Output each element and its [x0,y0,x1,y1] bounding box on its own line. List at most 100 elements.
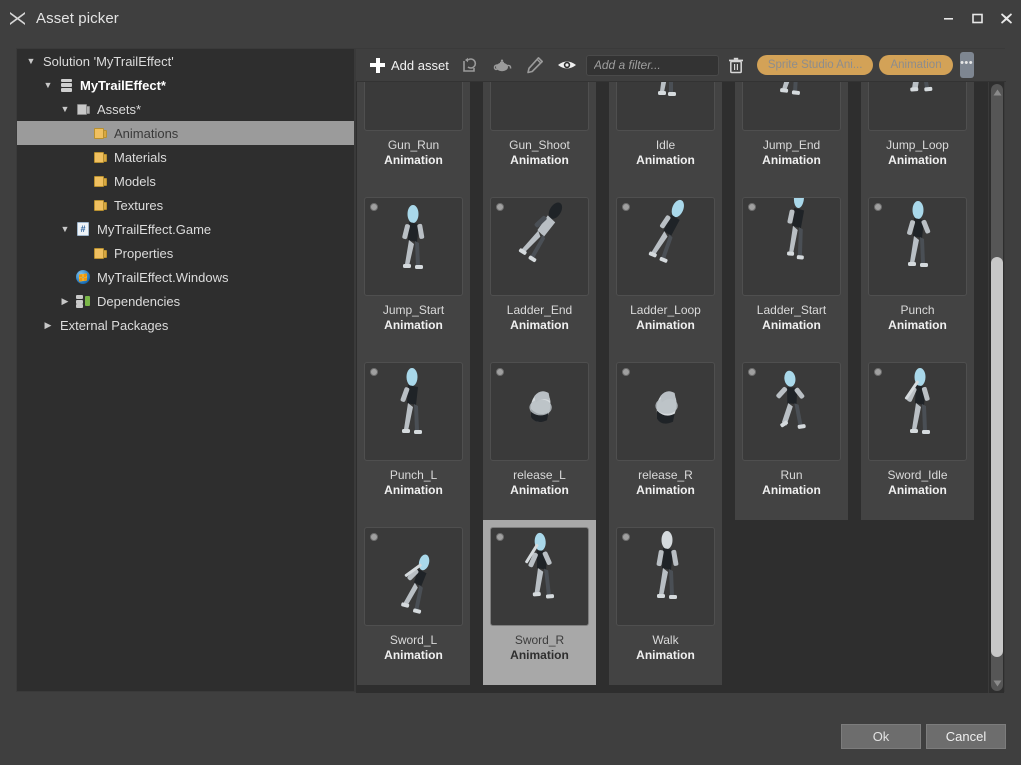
asset-type: Animation [616,318,715,332]
asset-thumbnail-figure [743,198,841,296]
tree-item-mytraileffect-game[interactable]: ▼#MyTrailEffect.Game [17,217,354,241]
asset-name: Walk [616,633,715,647]
tree-item-label: MyTrailEffect* [76,78,166,93]
asset-card[interactable]: Punch_LAnimation [357,355,470,520]
asset-card[interactable]: Ladder_EndAnimation [483,190,596,355]
asset-status-badge-icon [622,533,630,541]
windows-logo-icon [76,270,90,284]
filter-tag-sprite-studio[interactable]: Sprite Studio Ani... [757,55,874,75]
asset-thumbnail[interactable] [868,362,967,461]
twisty-placeholder: ▶ [74,129,90,138]
asset-card[interactable]: Ladder_StartAnimation [735,190,848,355]
twisty-expanded-icon[interactable]: ▼ [57,225,73,234]
undo-arrow-icon[interactable] [455,52,487,79]
filter-input[interactable] [586,55,719,76]
teapot-icon[interactable] [487,52,519,79]
asset-name: Gun_Run [364,138,463,152]
asset-thumbnail-figure [617,82,715,131]
asset-grid-scrollbar[interactable] [988,82,1004,693]
asset-thumbnail[interactable] [364,362,463,461]
asset-thumbnail[interactable] [742,362,841,461]
scroll-up-icon[interactable] [991,86,1003,98]
folder-open-icon [77,103,90,115]
asset-card[interactable]: Jump_StartAnimation [357,190,470,355]
tree-item-animations[interactable]: ▶Animations [17,121,354,145]
tree-item-materials[interactable]: ▶Materials [17,145,354,169]
asset-thumbnail[interactable] [490,82,589,131]
solution-tree-panel[interactable]: ▼Solution 'MyTrailEffect'▼MyTrailEffect*… [16,48,355,692]
tree-item-mytraileffect[interactable]: ▼ MyTrailEffect* [17,73,354,97]
filter-tag-animation[interactable]: Animation [879,55,952,75]
asset-thumbnail[interactable] [364,527,463,626]
eye-icon[interactable] [551,52,583,79]
tree-item-textures[interactable]: ▶Textures [17,193,354,217]
asset-card[interactable]: PunchAnimation [861,190,974,355]
asset-name: Gun_Shoot [490,138,589,152]
asset-type: Animation [490,648,589,662]
asset-toolbar: Add asset [356,49,1006,82]
folder-icon [94,151,107,163]
asset-thumbnail[interactable] [490,527,589,626]
asset-card[interactable]: release_RAnimation [609,355,722,520]
asset-thumbnail[interactable] [616,197,715,296]
tree-item-icon [90,127,110,139]
twisty-expanded-icon[interactable]: ▼ [57,105,73,114]
asset-thumbnail[interactable] [616,362,715,461]
asset-thumbnail-figure [365,82,463,131]
minimize-button[interactable] [934,0,963,36]
asset-thumbnail[interactable] [364,82,463,131]
asset-card[interactable]: Sword_RAnimation [483,520,596,685]
tree-item-external-packages[interactable]: ▶External Packages [17,313,354,337]
twisty-collapsed-icon[interactable]: ▶ [57,297,73,306]
asset-status-badge-icon [622,368,630,376]
asset-card[interactable]: Sword_LAnimation [357,520,470,685]
asset-card[interactable]: Sword_IdleAnimation [861,355,974,520]
asset-thumbnail[interactable] [490,362,589,461]
tree-item-label: MyTrailEffect.Windows [93,270,228,285]
asset-thumbnail[interactable] [364,197,463,296]
tree-item-models[interactable]: ▶Models [17,169,354,193]
filter-tag-label: Animation [890,59,941,71]
tree-item-dependencies[interactable]: ▶Dependencies [17,289,354,313]
asset-type: Animation [616,153,715,167]
asset-card[interactable]: Gun_RunAnimation [357,82,470,190]
trash-icon[interactable] [721,52,751,79]
tree-item-properties[interactable]: ▶Properties [17,241,354,265]
close-button[interactable] [992,0,1021,36]
tree-item-mytraileffect-windows[interactable]: ▶MyTrailEffect.Windows [17,265,354,289]
twisty-collapsed-icon[interactable]: ▶ [40,321,56,330]
asset-status-badge-icon [748,368,756,376]
twisty-expanded-icon[interactable]: ▼ [23,57,39,66]
asset-card[interactable]: Ladder_LoopAnimation [609,190,722,355]
asset-thumbnail[interactable] [742,197,841,296]
more-options-button[interactable]: ••• [960,52,974,78]
ok-button[interactable]: Ok [841,724,921,749]
asset-thumbnail[interactable] [616,82,715,131]
asset-card[interactable]: release_LAnimation [483,355,596,520]
asset-browser-panel: Add asset [355,48,1005,692]
asset-thumbnail[interactable] [616,527,715,626]
asset-thumbnail[interactable] [490,197,589,296]
asset-card[interactable]: IdleAnimation [609,82,722,190]
tree-item-assets[interactable]: ▼ Assets* [17,97,354,121]
asset-card[interactable]: RunAnimation [735,355,848,520]
asset-card[interactable]: Jump_LoopAnimation [861,82,974,190]
pencil-icon[interactable] [519,52,551,79]
tree-item-label: Models [110,174,156,189]
twisty-expanded-icon[interactable]: ▼ [40,81,56,90]
asset-thumbnail[interactable] [868,82,967,131]
folder-icon [94,127,107,139]
cancel-button[interactable]: Cancel [926,724,1006,749]
asset-card[interactable]: Gun_ShootAnimation [483,82,596,190]
scroll-down-icon[interactable] [991,677,1003,689]
asset-thumbnail[interactable] [742,82,841,131]
dialog-footer: Ok Cancel [0,708,1021,765]
add-asset-button[interactable]: Add asset [364,52,455,78]
tree-item-label: Assets* [93,102,141,117]
asset-card[interactable]: WalkAnimation [609,520,722,685]
scrollbar-thumb[interactable] [991,257,1003,657]
asset-card[interactable]: Jump_EndAnimation [735,82,848,190]
tree-item-solution-mytraileffect[interactable]: ▼Solution 'MyTrailEffect' [17,49,354,73]
maximize-button[interactable] [963,0,992,36]
asset-thumbnail[interactable] [868,197,967,296]
